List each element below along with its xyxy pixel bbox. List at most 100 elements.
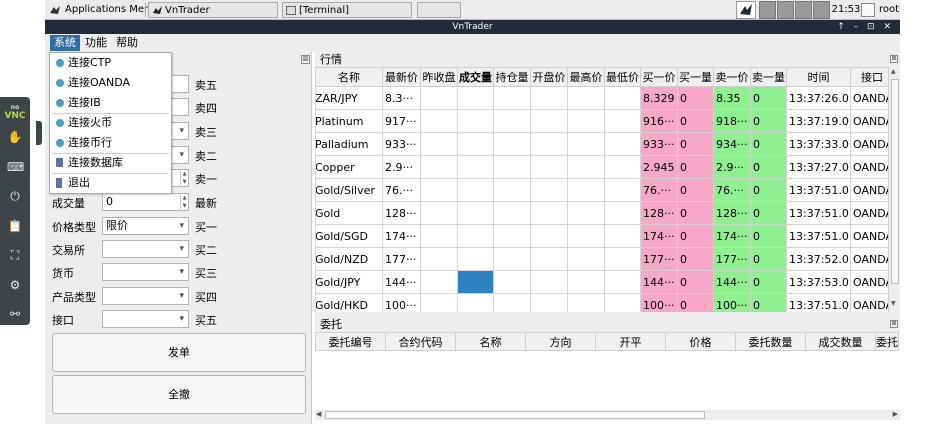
market-row[interactable]: Copper 2.9··· 2.945 0 2.9··· 0 13:37:27.0 OANDA bbox=[315, 155, 895, 179]
market-cell-time[interactable]: 13:37:19.0 bbox=[786, 109, 851, 133]
market-cell-bid-volume[interactable]: 0 bbox=[677, 109, 714, 133]
market-row[interactable]: Gold 128··· 128··· 0 128··· 0 13:37:51.0 OANDA bbox=[315, 201, 895, 225]
market-cell-bid-volume[interactable]: 0 bbox=[677, 201, 714, 225]
calendar-icon[interactable] bbox=[861, 3, 875, 17]
market-cell-name[interactable]: ZAR/JPY bbox=[315, 86, 383, 110]
market-cell-high[interactable] bbox=[567, 247, 605, 271]
market-cell-prev-close[interactable] bbox=[420, 132, 458, 156]
market-cell-low[interactable] bbox=[604, 132, 641, 156]
market-cell-volume[interactable] bbox=[457, 132, 494, 156]
workspace-4[interactable] bbox=[813, 1, 830, 19]
market-cell-ask-price[interactable]: 918··· bbox=[713, 109, 751, 133]
market-cell-open[interactable] bbox=[530, 201, 568, 225]
market-cell-bid-volume[interactable]: 0 bbox=[677, 247, 714, 271]
market-row[interactable]: ZAR/JPY 8.3··· 8.329 0 8.35 0 13:37:26.0 OANDA bbox=[315, 86, 895, 110]
market-cell-open-interest[interactable] bbox=[493, 201, 531, 225]
menu-item-connect-ctp[interactable]: 连接CTP bbox=[50, 53, 171, 73]
panel-float-icon[interactable]: ⊠ bbox=[890, 55, 898, 63]
market-cell-time[interactable]: 13:37:53.0 bbox=[786, 270, 851, 294]
spin-arrows-icon[interactable]: ▲ ▼ bbox=[180, 170, 188, 186]
market-column-header[interactable]: 持仓量 bbox=[493, 67, 531, 87]
menu-item-connect-huobi[interactable]: 连接火币 bbox=[50, 113, 171, 133]
orders-column-header[interactable]: 名称 bbox=[455, 332, 526, 351]
market-cell-last-price[interactable]: 128··· bbox=[382, 201, 421, 225]
market-cell-volume[interactable] bbox=[457, 155, 494, 179]
market-cell-name[interactable]: Gold bbox=[315, 201, 383, 225]
orders-column-header[interactable]: 合约代码 bbox=[385, 332, 456, 351]
market-cell-high[interactable] bbox=[567, 155, 605, 179]
scroll-right-icon[interactable]: ▶ bbox=[893, 410, 898, 418]
menu-item-exit[interactable]: 退出 bbox=[50, 173, 171, 193]
orders-horizontal-scrollbar[interactable]: ◀ ▶ bbox=[315, 410, 900, 420]
market-cell-open-interest[interactable] bbox=[493, 132, 531, 156]
market-cell-ask-volume[interactable]: 0 bbox=[750, 178, 787, 202]
market-cell-ask-volume[interactable]: 0 bbox=[750, 132, 787, 156]
volume-spin[interactable]: 0 ▲ ▼ bbox=[102, 193, 189, 211]
market-cell-open[interactable] bbox=[530, 132, 568, 156]
market-cell-ask-price[interactable]: 128··· bbox=[713, 201, 751, 225]
orders-column-header[interactable]: 价格 bbox=[665, 332, 736, 351]
hand-icon[interactable]: ✋ bbox=[7, 129, 23, 145]
market-cell-bid-price[interactable]: 2.945 bbox=[640, 155, 678, 179]
market-cell-last-price[interactable]: 144··· bbox=[382, 270, 421, 294]
market-cell-low[interactable] bbox=[604, 109, 641, 133]
market-cell-last-price[interactable]: 8.3··· bbox=[382, 86, 421, 110]
orders-column-header[interactable]: 委托编号 bbox=[315, 332, 386, 351]
market-cell-low[interactable] bbox=[604, 178, 641, 202]
market-column-header[interactable]: 卖一价 bbox=[713, 67, 751, 87]
market-cell-open-interest[interactable] bbox=[493, 155, 531, 179]
workspace-1[interactable] bbox=[759, 1, 776, 19]
orders-column-header[interactable]: 委托数量 bbox=[735, 332, 806, 351]
market-cell-bid-volume[interactable]: 0 bbox=[677, 132, 714, 156]
market-cell-open-interest[interactable] bbox=[493, 178, 531, 202]
market-cell-bid-price[interactable]: 144··· bbox=[640, 270, 678, 294]
market-column-header[interactable]: 最高价 bbox=[567, 67, 605, 87]
market-cell-time[interactable]: 13:37:51.0 bbox=[786, 178, 851, 202]
market-cell-prev-close[interactable] bbox=[420, 178, 458, 202]
power-icon[interactable]: ⏻ bbox=[7, 188, 23, 204]
market-cell-bid-volume[interactable]: 0 bbox=[677, 270, 714, 294]
menu-function[interactable]: 功能 bbox=[81, 35, 111, 51]
scroll-up-icon[interactable]: ▲ bbox=[891, 68, 896, 75]
market-cell-name[interactable]: Gold/JPY bbox=[315, 270, 383, 294]
market-cell-name[interactable]: Platinum bbox=[315, 109, 383, 133]
market-cell-open-interest[interactable] bbox=[493, 270, 531, 294]
market-column-header[interactable]: 开盘价 bbox=[530, 67, 568, 87]
market-cell-ask-volume[interactable]: 0 bbox=[750, 86, 787, 110]
market-cell-volume[interactable] bbox=[457, 178, 494, 202]
market-cell-open[interactable] bbox=[530, 86, 568, 110]
market-column-header[interactable]: 最低价 bbox=[604, 67, 641, 87]
market-column-header[interactable]: 成交量 bbox=[457, 67, 494, 87]
market-cell-high[interactable] bbox=[567, 178, 605, 202]
market-column-header[interactable]: 买一价 bbox=[640, 67, 678, 87]
send-order-button[interactable]: 发单 bbox=[52, 333, 306, 372]
taskbar-window-terminal[interactable]: [Terminal] bbox=[282, 2, 412, 18]
menu-item-connect-ib[interactable]: 连接IB bbox=[50, 93, 171, 113]
market-cell-volume[interactable] bbox=[457, 247, 494, 271]
market-cell-name[interactable]: Gold/NZD bbox=[315, 247, 383, 271]
market-cell-time[interactable]: 13:37:52.0 bbox=[786, 247, 851, 271]
orders-column-header[interactable]: 方向 bbox=[525, 332, 596, 351]
market-cell-time[interactable]: 13:37:26.0 bbox=[786, 86, 851, 110]
market-cell-high[interactable] bbox=[567, 86, 605, 110]
market-cell-ask-price[interactable]: 8.35 bbox=[713, 86, 751, 110]
window-controls[interactable]: ↑ – ⊡ ✕ bbox=[837, 20, 894, 34]
market-cell-bid-price[interactable]: 916··· bbox=[640, 109, 678, 133]
market-column-header[interactable]: 昨收盘 bbox=[420, 67, 458, 87]
currency-combo[interactable] bbox=[102, 263, 189, 281]
menu-system[interactable]: 系统 bbox=[50, 35, 80, 51]
market-cell-prev-close[interactable] bbox=[420, 201, 458, 225]
workspace-switcher[interactable] bbox=[759, 1, 831, 19]
market-cell-open[interactable] bbox=[530, 109, 568, 133]
market-column-header[interactable]: 名称 bbox=[315, 67, 383, 87]
market-cell-name[interactable]: Palladium bbox=[315, 132, 383, 156]
market-cell-open-interest[interactable] bbox=[493, 86, 531, 110]
market-cell-low[interactable] bbox=[604, 155, 641, 179]
market-cell-prev-close[interactable] bbox=[420, 86, 458, 110]
market-cell-last-price[interactable]: 177··· bbox=[382, 247, 421, 271]
market-cell-bid-volume[interactable]: 0 bbox=[677, 178, 714, 202]
market-cell-open[interactable] bbox=[530, 178, 568, 202]
market-cell-open[interactable] bbox=[530, 155, 568, 179]
market-cell-time[interactable]: 13:37:27.0 bbox=[786, 155, 851, 179]
market-cell-name[interactable]: Gold/Silver bbox=[315, 178, 383, 202]
